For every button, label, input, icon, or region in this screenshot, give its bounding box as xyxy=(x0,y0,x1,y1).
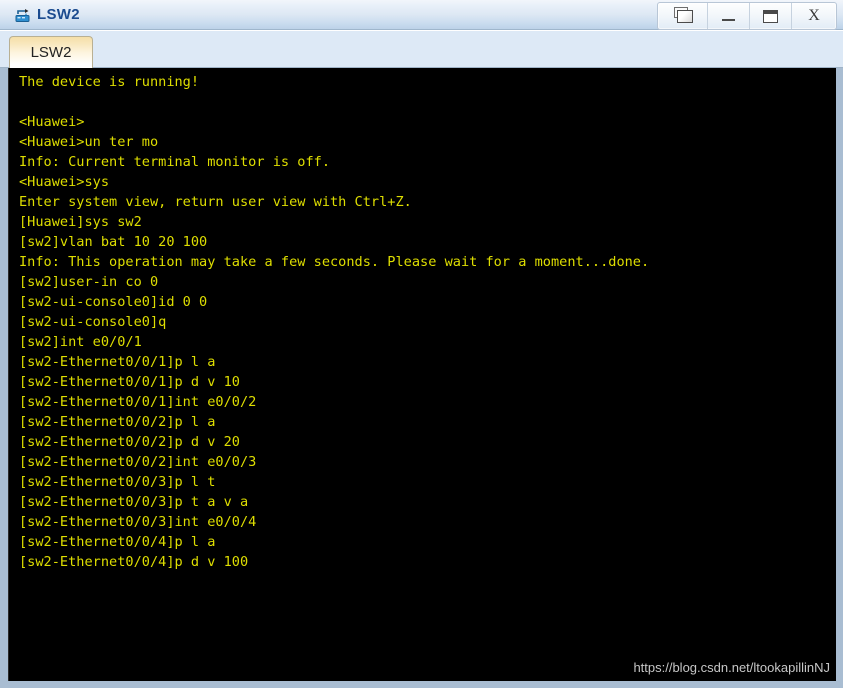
terminal-line: [sw2-Ethernet0/0/3]p l t xyxy=(19,474,216,490)
terminal-line: [sw2-ui-console0]id 0 0 xyxy=(19,294,208,310)
minimize-button[interactable] xyxy=(708,3,750,29)
terminal-line: [Huawei]sys sw2 xyxy=(19,214,142,230)
terminal-line: [sw2]user-in co 0 xyxy=(19,274,159,290)
minimize-icon xyxy=(722,19,735,21)
terminal-line: [sw2-ui-console0]q xyxy=(19,314,167,330)
terminal-line: <Huawei>un ter mo xyxy=(19,134,159,150)
terminal-line: [sw2-Ethernet0/0/1]p d v 10 xyxy=(19,374,240,390)
terminal-line: [sw2]int e0/0/1 xyxy=(19,334,142,350)
watermark-text: https://blog.csdn.net/ltookapillinNJ xyxy=(633,660,830,675)
terminal-line: <Huawei>sys xyxy=(19,174,110,190)
terminal-line: [sw2-Ethernet0/0/3]int e0/0/4 xyxy=(19,514,257,530)
window-controls: X xyxy=(657,2,837,30)
terminal-line: Enter system view, return user view with… xyxy=(19,194,412,210)
maximize-icon xyxy=(763,9,778,23)
terminal-line: [sw2-Ethernet0/0/2]p l a xyxy=(19,414,216,430)
close-button[interactable]: X xyxy=(792,3,836,29)
window-title-bar[interactable]: LSW2 X xyxy=(0,0,843,30)
terminal-line: [sw2-Ethernet0/0/1]int e0/0/2 xyxy=(19,394,257,410)
terminal-line: Info: Current terminal monitor is off. xyxy=(19,154,330,170)
tab-strip: LSW2 xyxy=(0,30,843,68)
terminal-line: [sw2-Ethernet0/0/1]p l a xyxy=(19,354,216,370)
restore-windows-button[interactable] xyxy=(658,3,708,29)
switch-device-icon xyxy=(14,6,32,24)
close-icon: X xyxy=(808,7,820,24)
terminal-line: [sw2-Ethernet0/0/2]int e0/0/3 xyxy=(19,454,257,470)
terminal-line: The device is running! xyxy=(19,74,200,90)
terminal-line: [sw2]vlan bat 10 20 100 xyxy=(19,234,208,250)
terminal-output[interactable]: The device is running! <Huawei> <Huawei>u… xyxy=(8,68,836,681)
terminal-line: Info: This operation may take a few seco… xyxy=(19,254,650,270)
terminal-line: [sw2-Ethernet0/0/2]p d v 20 xyxy=(19,434,240,450)
terminal-line: [sw2-Ethernet0/0/4]p d v 100 xyxy=(19,554,249,570)
emulator-console-window: LSW2 X LSW2 The device is running! <Huaw… xyxy=(0,0,843,688)
terminal-line: [sw2-Ethernet0/0/3]p t a v a xyxy=(19,494,249,510)
tab-label: LSW2 xyxy=(30,44,72,61)
terminal-line: <Huawei> xyxy=(19,114,85,130)
terminal-line: [sw2-Ethernet0/0/4]p l a xyxy=(19,534,216,550)
tab-lsw2[interactable]: LSW2 xyxy=(9,36,93,68)
window-title: LSW2 xyxy=(37,6,80,23)
terminal-panel: The device is running! <Huawei> <Huawei>u… xyxy=(0,68,843,688)
cascade-windows-icon xyxy=(672,7,694,25)
maximize-button[interactable] xyxy=(750,3,792,29)
